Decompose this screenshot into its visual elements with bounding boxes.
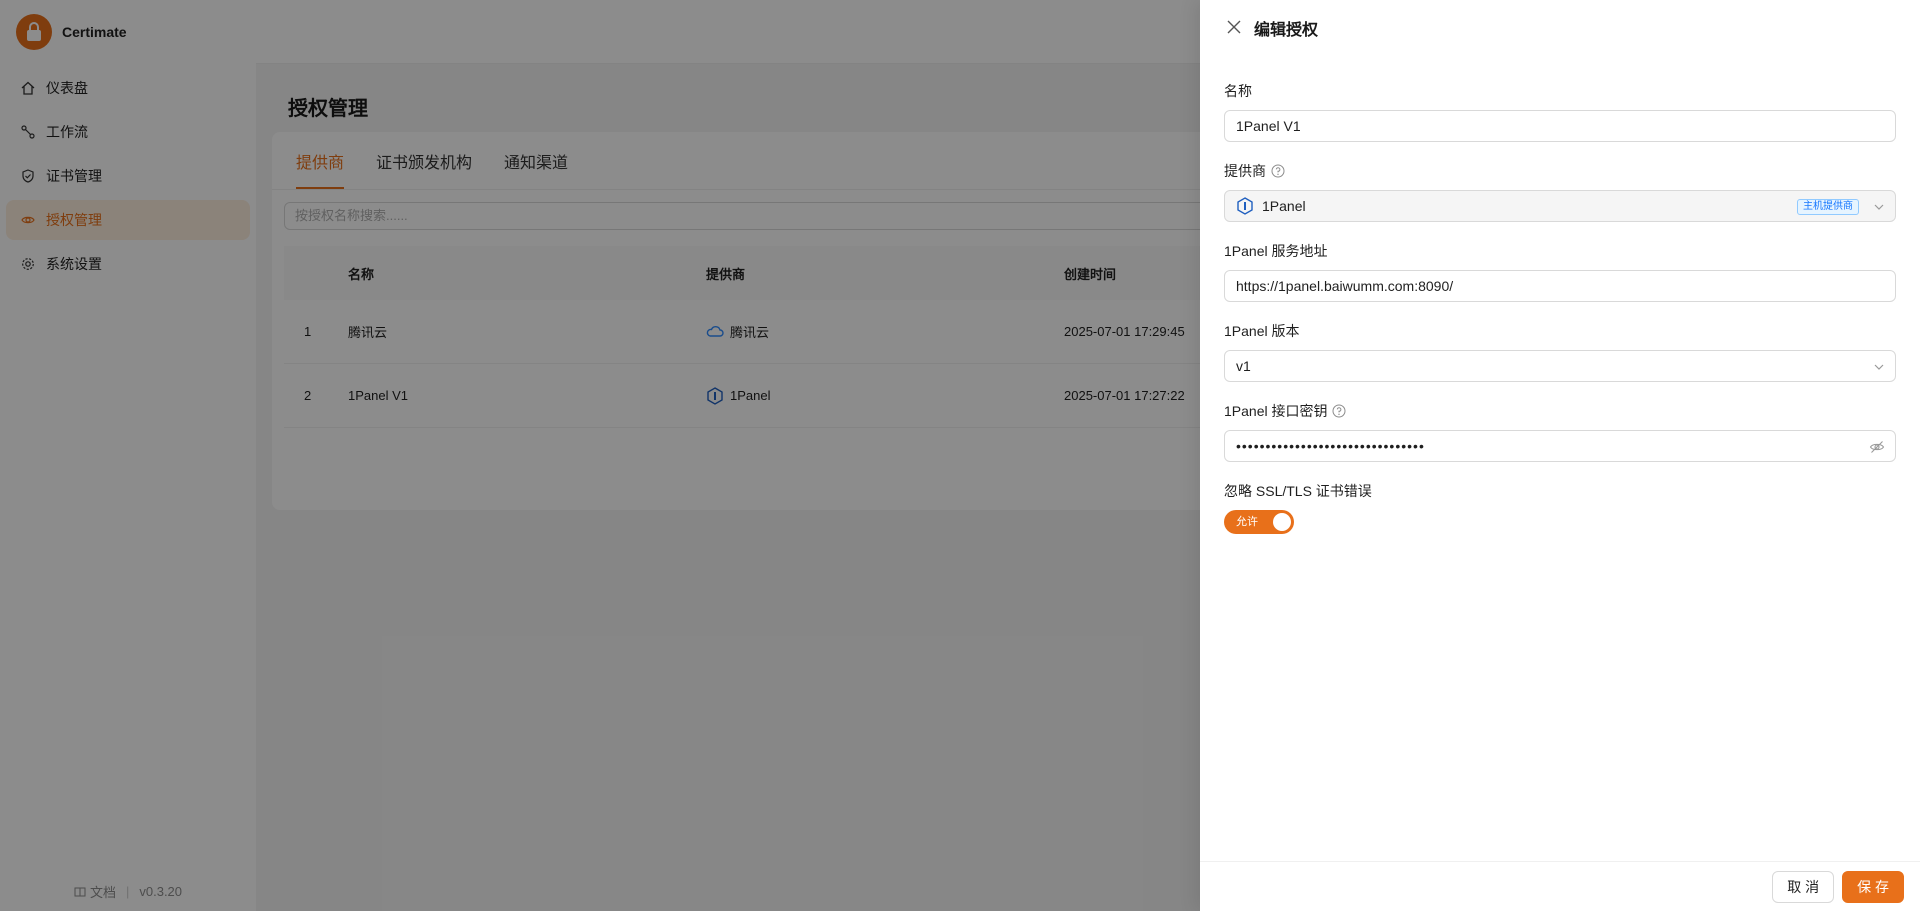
- field-name: 名称 1Panel V1: [1224, 82, 1896, 142]
- drawer-form: 名称 1Panel V1 提供商 1Panel 主机提供商 1Panel 服务地…: [1200, 56, 1920, 534]
- field-api-key: 1Panel 接口密钥 ••••••••••••••••••••••••••••…: [1224, 402, 1896, 462]
- name-input[interactable]: 1Panel V1: [1224, 110, 1896, 142]
- chevron-down-icon: [1873, 200, 1885, 212]
- close-icon: [1227, 20, 1241, 37]
- field-label: 名称: [1224, 83, 1252, 99]
- 1panel-icon: [1236, 197, 1254, 215]
- field-label: 1Panel 服务地址: [1224, 243, 1328, 259]
- api-key-input[interactable]: ••••••••••••••••••••••••••••••••: [1224, 430, 1896, 462]
- help-icon[interactable]: [1271, 164, 1285, 178]
- field-label: 1Panel 版本: [1224, 323, 1300, 339]
- provider-category-tag: 主机提供商: [1797, 199, 1859, 215]
- field-label: 1Panel 接口密钥: [1224, 403, 1328, 419]
- help-icon[interactable]: [1332, 404, 1346, 418]
- field-ignore-ssl: 忽略 SSL/TLS 证书错误 允许: [1224, 482, 1896, 534]
- chevron-down-icon: [1873, 360, 1885, 372]
- field-provider: 提供商 1Panel 主机提供商: [1224, 162, 1896, 222]
- drawer-footer: 取 消 保 存: [1200, 861, 1920, 911]
- field-server-url: 1Panel 服务地址 https://1panel.baiwumm.com:8…: [1224, 242, 1896, 302]
- drawer-header: 编辑授权: [1200, 0, 1920, 56]
- cancel-button[interactable]: 取 消: [1772, 870, 1835, 903]
- drawer-title: 编辑授权: [1254, 22, 1319, 39]
- ignore-ssl-switch[interactable]: 允许: [1224, 510, 1294, 534]
- edit-access-drawer: 编辑授权 名称 1Panel V1 提供商 1Panel 主机提供商 1Pane…: [1200, 0, 1920, 911]
- field-label: 忽略 SSL/TLS 证书错误: [1224, 483, 1372, 499]
- provider-select[interactable]: 1Panel 主机提供商: [1224, 190, 1896, 222]
- close-button[interactable]: [1224, 18, 1244, 38]
- save-button[interactable]: 保 存: [1842, 870, 1904, 903]
- switch-label: 允许: [1236, 516, 1258, 528]
- switch-knob: [1273, 513, 1291, 531]
- server-url-input[interactable]: https://1panel.baiwumm.com:8090/: [1224, 270, 1896, 302]
- version-value: v1: [1236, 358, 1251, 374]
- field-label: 提供商: [1224, 163, 1266, 179]
- eye-invisible-icon[interactable]: [1869, 439, 1885, 455]
- field-version: 1Panel 版本 v1: [1224, 322, 1896, 382]
- version-select[interactable]: v1: [1224, 350, 1896, 382]
- provider-value: 1Panel: [1262, 198, 1306, 214]
- api-key-value: ••••••••••••••••••••••••••••••••: [1236, 438, 1425, 454]
